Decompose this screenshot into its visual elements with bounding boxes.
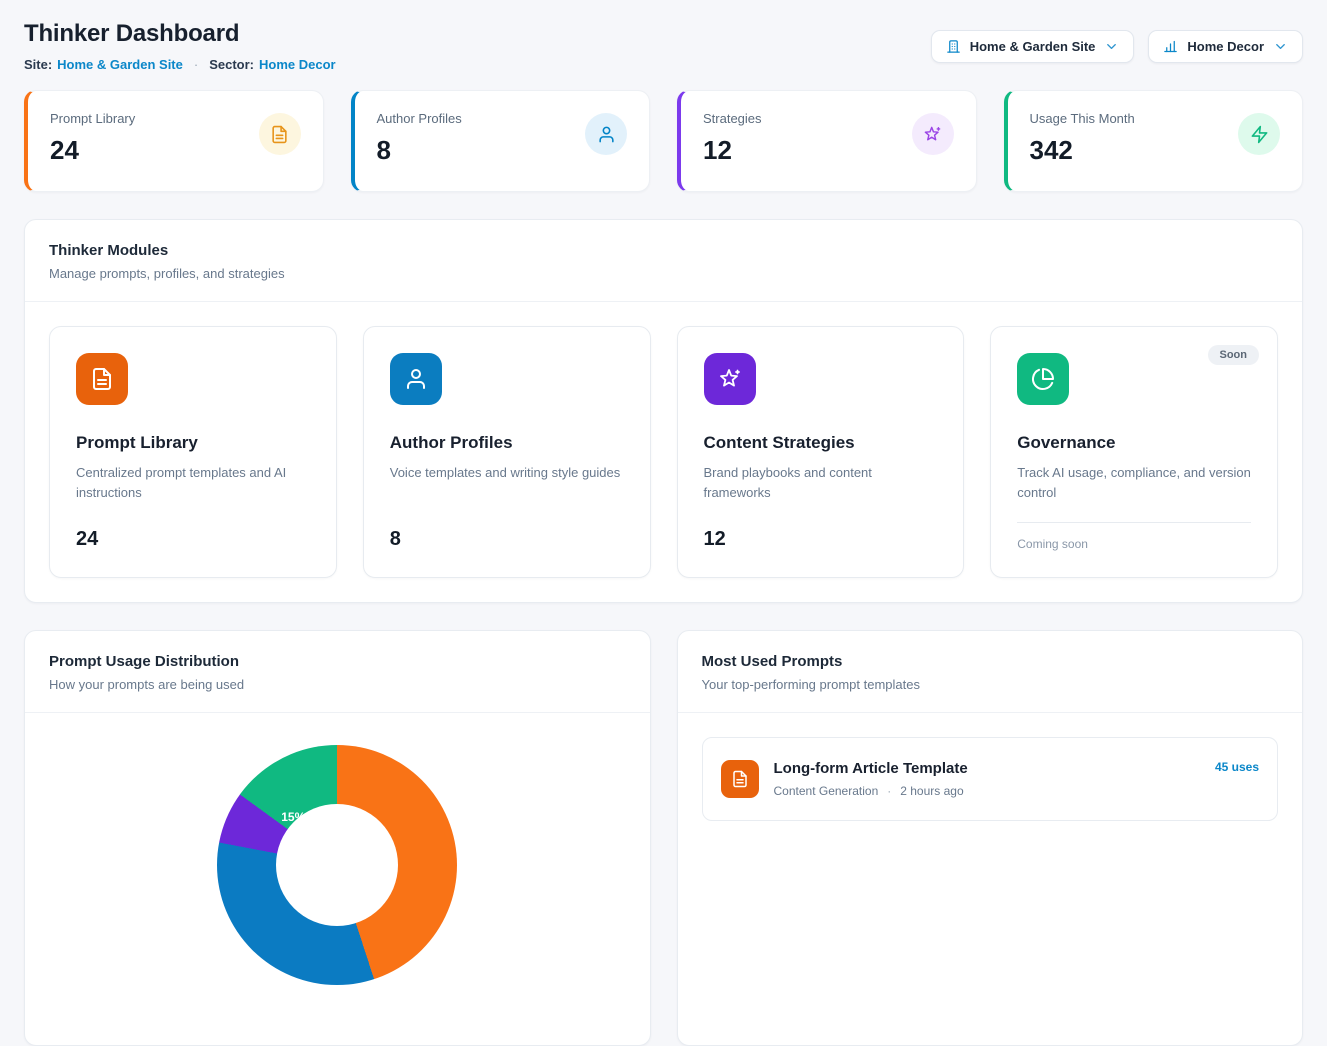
- stat-card-usage: Usage This Month 342: [1004, 90, 1304, 192]
- header-left: Thinker Dashboard Site: Home & Garden Si…: [24, 20, 336, 72]
- thinker-modules-panel: Thinker Modules Manage prompts, profiles…: [24, 219, 1303, 603]
- user-icon: [585, 113, 627, 155]
- sector-link[interactable]: Home Decor: [259, 57, 336, 72]
- stat-value: 8: [377, 135, 462, 166]
- stat-value: 12: [703, 135, 762, 166]
- bar-chart-icon: [1163, 39, 1178, 54]
- stat-info: Usage This Month 342: [1030, 111, 1135, 166]
- stat-label: Author Profiles: [377, 111, 462, 126]
- donut: [217, 745, 457, 985]
- bottom-row: Prompt Usage Distribution How your promp…: [24, 630, 1303, 1046]
- most-used-panel: Most Used Prompts Your top-performing pr…: [677, 630, 1304, 1046]
- module-title: Content Strategies: [704, 433, 938, 453]
- site-selector-label: Home & Garden Site: [970, 39, 1096, 54]
- prompt-meta: Content Generation · 2 hours ago: [774, 784, 968, 798]
- usage-donut-chart: 15%: [25, 745, 650, 1045]
- module-card-author-profiles[interactable]: Author Profiles Voice templates and writ…: [363, 326, 651, 578]
- module-description: Voice templates and writing style guides: [390, 463, 624, 483]
- stats-row: Prompt Library 24 Author Profiles 8 Stra…: [24, 90, 1303, 192]
- site-label: Site:: [24, 57, 52, 72]
- modules-panel-title: Thinker Modules: [49, 242, 1278, 259]
- stat-label: Usage This Month: [1030, 111, 1135, 126]
- module-card-content-strategies[interactable]: Content Strategies Brand playbooks and c…: [677, 326, 965, 578]
- soon-badge: Soon: [1208, 345, 1260, 365]
- pie-chart-icon: [1017, 353, 1069, 405]
- modules-panel-header: Thinker Modules Manage prompts, profiles…: [25, 220, 1302, 301]
- module-count: 8: [390, 528, 624, 551]
- sector-selector-label: Home Decor: [1187, 39, 1264, 54]
- document-icon: [76, 353, 128, 405]
- prompt-text: Long-form Article Template Content Gener…: [774, 760, 968, 798]
- prompt-uses-count: 45 uses: [1215, 760, 1259, 774]
- site-link[interactable]: Home & Garden Site: [57, 57, 183, 72]
- most-used-subtitle: Your top-performing prompt templates: [702, 677, 1279, 692]
- meta-separator: ·: [887, 784, 891, 798]
- module-count: 24: [76, 528, 310, 551]
- lightning-icon: [1238, 113, 1280, 155]
- module-footer: Coming soon: [1017, 522, 1251, 551]
- sparkle-star-icon: [912, 113, 954, 155]
- usage-panel-header: Prompt Usage Distribution How your promp…: [25, 631, 650, 712]
- module-title: Prompt Library: [76, 433, 310, 453]
- most-used-title: Most Used Prompts: [702, 653, 1279, 670]
- document-icon: [721, 760, 759, 798]
- usage-panel-title: Prompt Usage Distribution: [49, 653, 626, 670]
- module-title: Author Profiles: [390, 433, 624, 453]
- most-used-header: Most Used Prompts Your top-performing pr…: [678, 631, 1303, 712]
- sparkle-star-icon: [704, 353, 756, 405]
- usage-panel-subtitle: How your prompts are being used: [49, 677, 626, 692]
- stat-card-strategies: Strategies 12: [677, 90, 977, 192]
- stat-info: Prompt Library 24: [50, 111, 135, 166]
- module-description: Track AI usage, compliance, and version …: [1017, 463, 1251, 503]
- module-count: 12: [704, 528, 938, 551]
- divider: [25, 712, 650, 713]
- prompt-category: Content Generation: [774, 784, 879, 798]
- user-icon: [390, 353, 442, 405]
- meta-separator: ·: [194, 57, 198, 72]
- sector-selector-dropdown[interactable]: Home Decor: [1148, 30, 1303, 63]
- page-title: Thinker Dashboard: [24, 20, 336, 48]
- stat-value: 342: [1030, 135, 1135, 166]
- building-icon: [946, 39, 961, 54]
- chevron-down-icon: [1273, 39, 1288, 54]
- header-actions: Home & Garden Site Home Decor: [931, 30, 1303, 63]
- chevron-down-icon: [1104, 39, 1119, 54]
- page-header: Thinker Dashboard Site: Home & Garden Si…: [24, 20, 1303, 72]
- stat-label: Strategies: [703, 111, 762, 126]
- stat-card-prompt-library: Prompt Library 24: [24, 90, 324, 192]
- document-icon: [259, 113, 301, 155]
- modules-grid: Prompt Library Centralized prompt templa…: [25, 302, 1302, 602]
- prompt-time: 2 hours ago: [900, 784, 963, 798]
- module-description: Centralized prompt templates and AI inst…: [76, 463, 310, 503]
- stat-label: Prompt Library: [50, 111, 135, 126]
- module-description: Brand playbooks and content frameworks: [704, 463, 938, 503]
- prompt-title: Long-form Article Template: [774, 760, 968, 777]
- stat-card-author-profiles: Author Profiles 8: [351, 90, 651, 192]
- stat-info: Author Profiles 8: [377, 111, 462, 166]
- donut-segment-label: 15%: [281, 810, 305, 824]
- site-selector-dropdown[interactable]: Home & Garden Site: [931, 30, 1135, 63]
- prompt-list-item[interactable]: Long-form Article Template Content Gener…: [702, 737, 1279, 821]
- sector-label: Sector:: [209, 57, 254, 72]
- stat-info: Strategies 12: [703, 111, 762, 166]
- prompt-list: Long-form Article Template Content Gener…: [678, 713, 1303, 845]
- prompt-usage-panel: Prompt Usage Distribution How your promp…: [24, 630, 651, 1046]
- coming-soon-label: Coming soon: [1017, 537, 1251, 551]
- stat-value: 24: [50, 135, 135, 166]
- module-title: Governance: [1017, 433, 1251, 453]
- module-card-governance[interactable]: Soon Governance Track AI usage, complian…: [990, 326, 1278, 578]
- dashboard-page: Thinker Dashboard Site: Home & Garden Si…: [0, 0, 1327, 1046]
- divider: [1017, 522, 1251, 523]
- site-sector-meta: Site: Home & Garden Site · Sector: Home …: [24, 57, 336, 72]
- modules-panel-subtitle: Manage prompts, profiles, and strategies: [49, 266, 1278, 281]
- module-card-prompt-library[interactable]: Prompt Library Centralized prompt templa…: [49, 326, 337, 578]
